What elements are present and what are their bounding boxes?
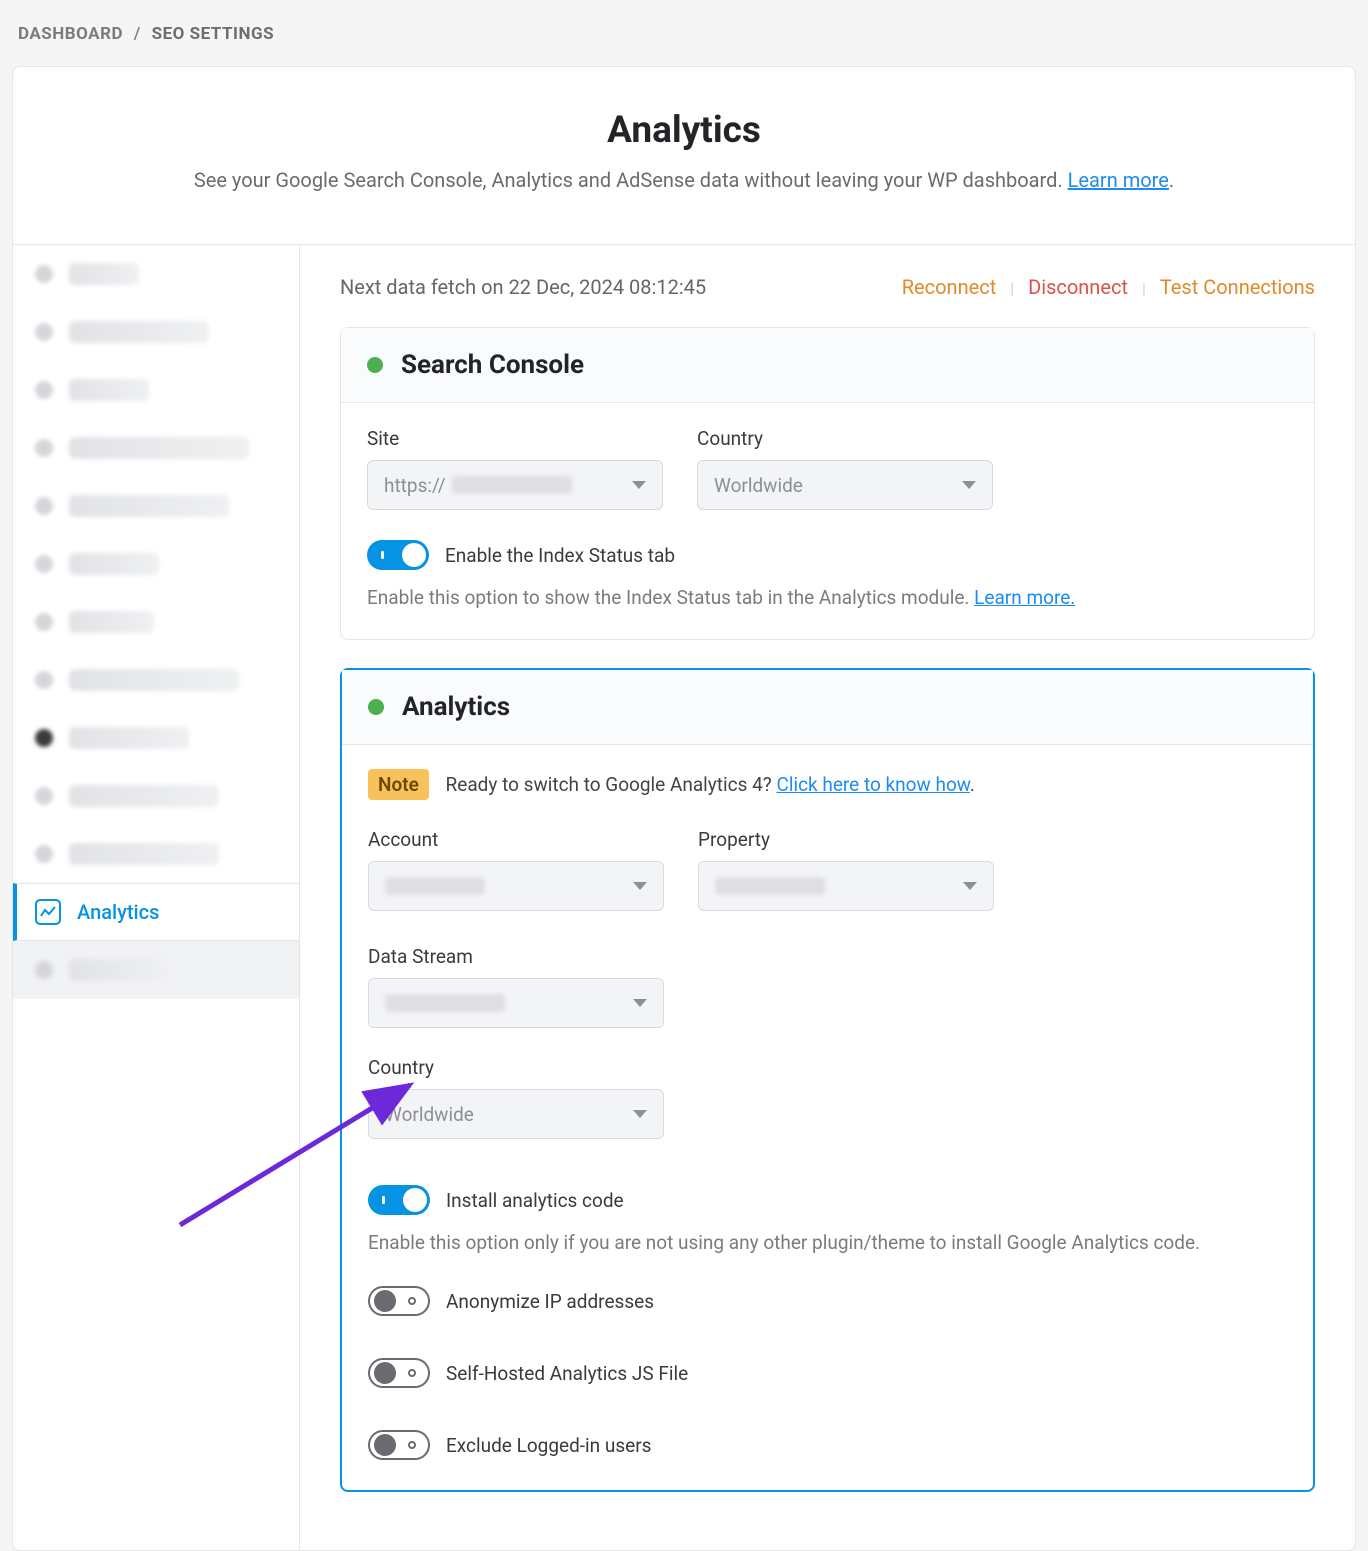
section-analytics: Analytics Note Ready to switch to Google… bbox=[340, 668, 1315, 1492]
sidebar-item-blurred-12[interactable] bbox=[13, 941, 299, 999]
subtitle-text: See your Google Search Console, Analytic… bbox=[194, 168, 1068, 192]
sidebar-item-blurred-11[interactable] bbox=[13, 825, 299, 883]
learn-more-link[interactable]: Learn more bbox=[1068, 168, 1169, 192]
section-title: Search Console bbox=[401, 350, 584, 380]
index-status-help: Enable this option to show the Index Sta… bbox=[367, 586, 1288, 609]
country-label: Country bbox=[697, 427, 993, 450]
page-title: Analytics bbox=[53, 109, 1315, 152]
note-text: Ready to switch to Google Analytics 4? bbox=[446, 773, 777, 796]
index-status-toggle-label: Enable the Index Status tab bbox=[445, 544, 675, 567]
analytics-country-value: Worldwide bbox=[385, 1103, 474, 1126]
ga4-note-link[interactable]: Click here to know how bbox=[776, 773, 969, 796]
chevron-down-icon bbox=[632, 481, 646, 489]
breadcrumb-separator: / bbox=[134, 24, 141, 44]
exclude-logged-in-label: Exclude Logged-in users bbox=[446, 1434, 651, 1457]
self-hosted-js-label: Self-Hosted Analytics JS File bbox=[446, 1362, 688, 1385]
account-select[interactable] bbox=[368, 861, 664, 911]
index-status-learn-more-link[interactable]: Learn more. bbox=[974, 586, 1075, 609]
sidebar-item-blurred-1[interactable] bbox=[13, 245, 299, 303]
section-header: Search Console bbox=[341, 328, 1314, 403]
settings-sidebar: Analytics bbox=[13, 244, 299, 1550]
analytics-country-label: Country bbox=[368, 1056, 1287, 1079]
period: . bbox=[1169, 168, 1174, 192]
anonymize-ip-toggle[interactable] bbox=[368, 1286, 430, 1316]
chevron-down-icon bbox=[633, 882, 647, 890]
data-stream-select[interactable] bbox=[368, 978, 664, 1028]
breadcrumb-root[interactable]: DASHBOARD bbox=[18, 24, 123, 44]
account-label: Account bbox=[368, 828, 664, 851]
site-label: Site bbox=[367, 427, 663, 450]
breadcrumb: DASHBOARD / SEO SETTINGS bbox=[12, 12, 1356, 66]
note-badge: Note bbox=[368, 769, 429, 800]
site-value-prefix: https:// bbox=[384, 474, 446, 497]
next-fetch-text: Next data fetch on 22 Dec, 2024 08:12:45 bbox=[340, 275, 706, 299]
self-hosted-js-toggle[interactable] bbox=[368, 1358, 430, 1388]
sidebar-item-blurred-9[interactable] bbox=[13, 709, 299, 767]
analytics-country-select[interactable]: Worldwide bbox=[368, 1089, 664, 1139]
sidebar-item-blurred-4[interactable] bbox=[13, 419, 299, 477]
section-header: Analytics bbox=[342, 670, 1313, 745]
sidebar-item-blurred-3[interactable] bbox=[13, 361, 299, 419]
sidebar-item-analytics[interactable]: Analytics bbox=[13, 883, 299, 941]
account-value-blurred bbox=[385, 877, 485, 895]
chart-line-icon bbox=[35, 899, 61, 925]
sc-country-select[interactable]: Worldwide bbox=[697, 460, 993, 510]
sidebar-item-blurred-6[interactable] bbox=[13, 535, 299, 593]
section-search-console: Search Console Site https:// bbox=[340, 327, 1315, 640]
index-status-toggle[interactable] bbox=[367, 540, 429, 570]
section-title: Analytics bbox=[402, 692, 510, 722]
sidebar-item-blurred-8[interactable] bbox=[13, 651, 299, 709]
ga4-note: Note Ready to switch to Google Analytics… bbox=[368, 769, 1287, 800]
data-stream-label: Data Stream bbox=[368, 945, 664, 968]
anonymize-ip-label: Anonymize IP addresses bbox=[446, 1290, 654, 1313]
card-header: Analytics See your Google Search Console… bbox=[13, 67, 1355, 244]
link-divider: | bbox=[1010, 279, 1014, 298]
install-analytics-label: Install analytics code bbox=[446, 1189, 624, 1212]
sc-country-value: Worldwide bbox=[714, 474, 803, 497]
chevron-down-icon bbox=[963, 882, 977, 890]
help-text-span: Enable this option to show the Index Sta… bbox=[367, 586, 974, 609]
status-dot-icon bbox=[367, 357, 383, 373]
chevron-down-icon bbox=[962, 481, 976, 489]
sidebar-item-label: Analytics bbox=[77, 900, 159, 924]
settings-card: Analytics See your Google Search Console… bbox=[12, 66, 1356, 1551]
period: . bbox=[970, 773, 975, 796]
exclude-logged-in-toggle[interactable] bbox=[368, 1430, 430, 1460]
chevron-down-icon bbox=[633, 1110, 647, 1118]
sidebar-item-blurred-5[interactable] bbox=[13, 477, 299, 535]
status-dot-icon bbox=[368, 699, 384, 715]
test-connections-link[interactable]: Test Connections bbox=[1160, 275, 1315, 299]
property-label: Property bbox=[698, 828, 994, 851]
breadcrumb-current: SEO SETTINGS bbox=[152, 24, 274, 44]
reconnect-link[interactable]: Reconnect bbox=[902, 275, 997, 299]
link-divider: | bbox=[1142, 279, 1146, 298]
page-subtitle: See your Google Search Console, Analytic… bbox=[53, 168, 1315, 192]
connection-links: Reconnect | Disconnect | Test Connection… bbox=[902, 275, 1315, 299]
stream-value-blurred bbox=[385, 994, 505, 1012]
install-analytics-toggle[interactable] bbox=[368, 1185, 430, 1215]
sidebar-item-blurred-7[interactable] bbox=[13, 593, 299, 651]
property-select[interactable] bbox=[698, 861, 994, 911]
sidebar-item-blurred-2[interactable] bbox=[13, 303, 299, 361]
sidebar-item-blurred-10[interactable] bbox=[13, 767, 299, 825]
install-analytics-help: Enable this option only if you are not u… bbox=[368, 1231, 1287, 1254]
meta-row: Next data fetch on 22 Dec, 2024 08:12:45… bbox=[340, 275, 1315, 299]
site-value-blurred bbox=[452, 476, 572, 494]
content-panel: Next data fetch on 22 Dec, 2024 08:12:45… bbox=[299, 244, 1355, 1550]
disconnect-link[interactable]: Disconnect bbox=[1028, 275, 1128, 299]
chevron-down-icon bbox=[633, 999, 647, 1007]
property-value-blurred bbox=[715, 877, 825, 895]
site-select[interactable]: https:// bbox=[367, 460, 663, 510]
